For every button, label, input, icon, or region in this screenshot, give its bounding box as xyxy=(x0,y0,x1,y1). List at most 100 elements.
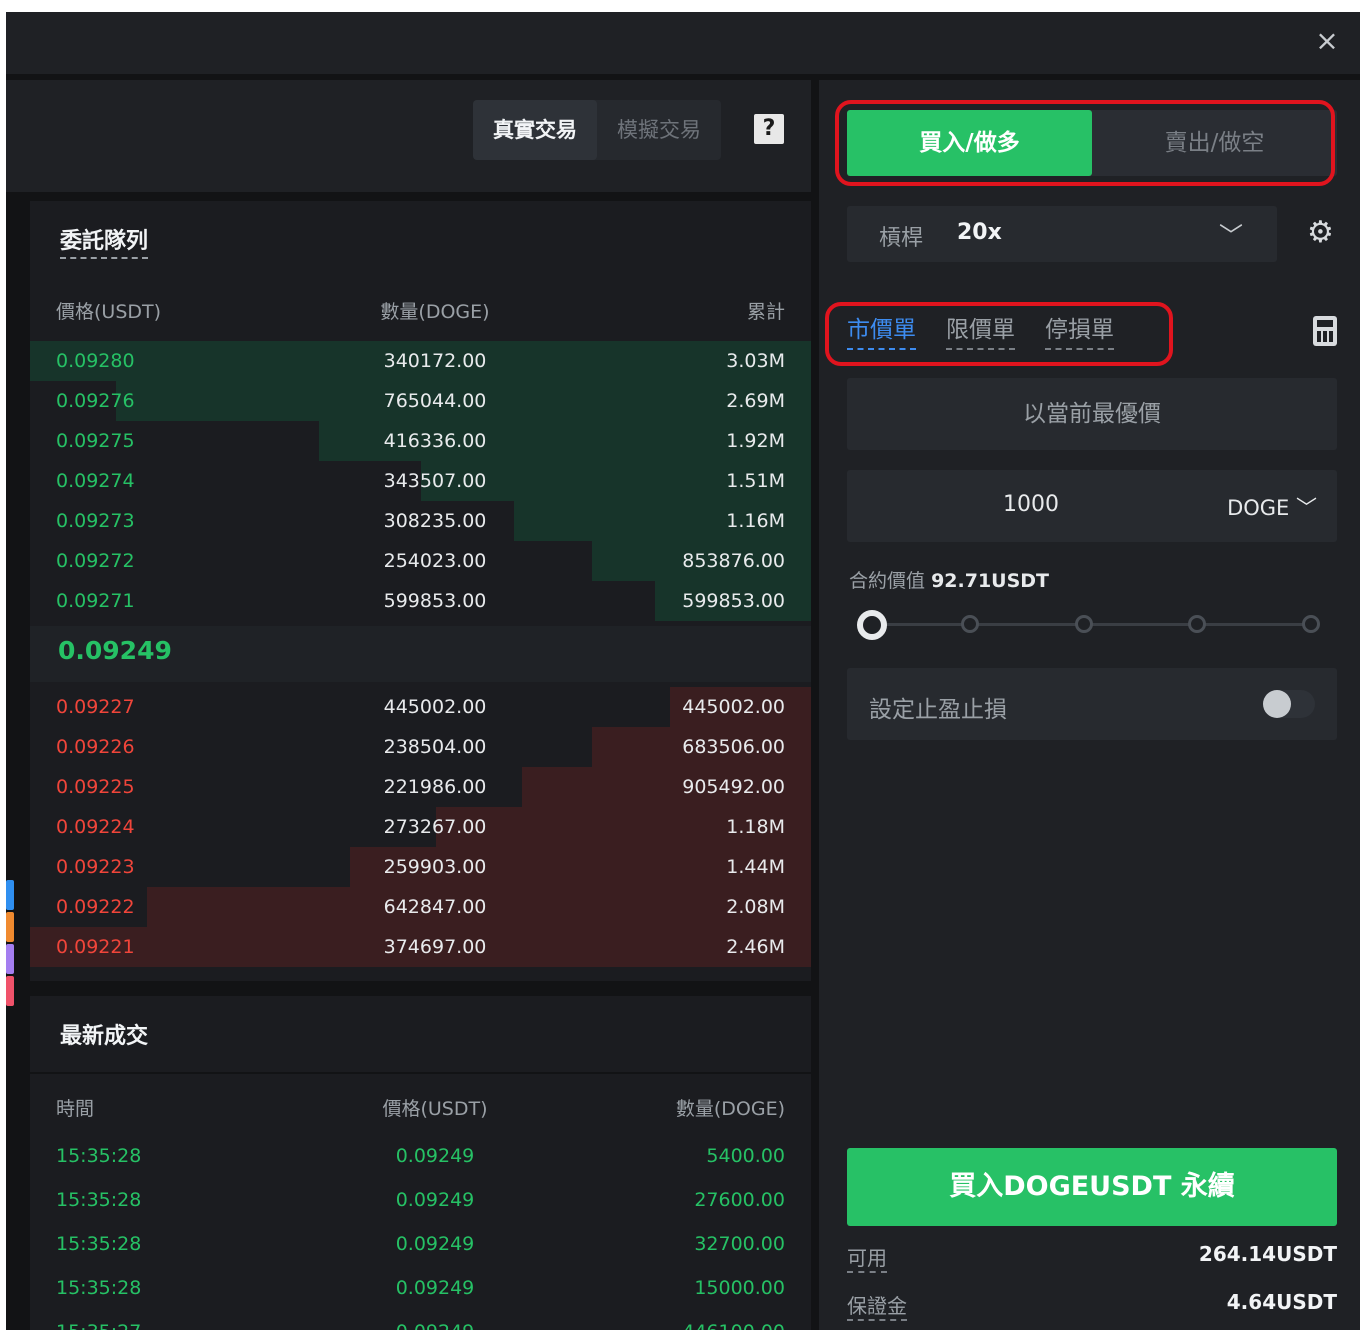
slider-knob[interactable] xyxy=(857,610,887,640)
bid-price: 0.09221 xyxy=(56,936,135,958)
ask-row[interactable]: 0.09273 308235.00 1.16M xyxy=(30,501,811,541)
ask-total: 1.92M xyxy=(726,430,785,452)
bid-total: 1.18M xyxy=(726,816,785,838)
trade-qty: 15000.00 xyxy=(694,1277,785,1299)
slider-node[interactable] xyxy=(1302,615,1320,633)
ask-price: 0.09280 xyxy=(56,350,135,372)
header-time: 時間 xyxy=(56,1098,95,1120)
last-price-row: 0.09249 xyxy=(30,626,811,682)
leverage-select[interactable]: 槓桿 20x ﹀ xyxy=(847,206,1277,262)
ask-total: 853876.00 xyxy=(682,550,785,572)
slider-node[interactable] xyxy=(1075,615,1093,633)
ask-row[interactable]: 0.09274 343507.00 1.51M xyxy=(30,461,811,501)
ask-total: 2.69M xyxy=(726,390,785,412)
divider xyxy=(30,1072,811,1074)
ask-row[interactable]: 0.09275 416336.00 1.92M xyxy=(30,421,811,461)
side-tab[interactable] xyxy=(6,912,14,942)
tp-sl-toggle[interactable] xyxy=(1263,690,1315,718)
left-column: 真實交易 模擬交易 ? 委託隊列 價格(USDT) 數量(DOGE) 累計 0.… xyxy=(6,80,811,1330)
bid-row[interactable]: 0.09226 238504.00 683506.00 xyxy=(30,727,811,767)
bid-total: 445002.00 xyxy=(682,696,785,718)
bid-qty: 238504.00 xyxy=(383,736,487,758)
ask-qty: 765044.00 xyxy=(383,390,487,412)
contract-value: 合約價值 92.71USDT xyxy=(849,566,1049,593)
side-tab[interactable] xyxy=(6,944,14,974)
ask-row[interactable]: 0.09272 254023.00 853876.00 xyxy=(30,541,811,581)
bid-qty: 642847.00 xyxy=(383,896,487,918)
buy-button[interactable]: 買入DOGEUSDT 永續 xyxy=(847,1148,1337,1226)
ask-total: 1.51M xyxy=(726,470,785,492)
ask-price: 0.09275 xyxy=(56,430,135,452)
ask-qty: 599853.00 xyxy=(383,590,487,612)
bid-price: 0.09222 xyxy=(56,896,135,918)
ask-qty: 340172.00 xyxy=(383,350,487,372)
calculator-icon[interactable] xyxy=(1313,316,1337,346)
trade-price: 0.09249 xyxy=(395,1277,475,1299)
trading-panel: × 真實交易 模擬交易 ? 委託隊列 價格(USDT) 數量(DOGE) 累計 … xyxy=(6,12,1360,1330)
chevron-down-icon: ﹀ xyxy=(1219,222,1243,250)
unit-select[interactable]: DOGE ﹀ xyxy=(1227,492,1317,522)
side-tab[interactable] xyxy=(6,880,14,910)
header-price: 價格(USDT) xyxy=(382,1098,488,1120)
bid-price: 0.09224 xyxy=(56,816,135,838)
contract-value-label: 合約價值 xyxy=(849,570,926,592)
gear-icon[interactable]: ⚙ xyxy=(1307,218,1334,248)
ask-price: 0.09272 xyxy=(56,550,135,572)
bid-total: 2.46M xyxy=(726,936,785,958)
bid-row[interactable]: 0.09227 445002.00 445002.00 xyxy=(30,687,811,727)
ask-qty: 308235.00 xyxy=(383,510,487,532)
trade-price: 0.09249 xyxy=(370,1312,500,1330)
bid-row[interactable]: 0.09223 259903.00 1.44M xyxy=(30,847,811,887)
unit-label: DOGE xyxy=(1227,496,1290,520)
order-book-header: 價格(USDT) 數量(DOGE) 累計 xyxy=(30,297,811,327)
best-price-field: 以當前最優價 xyxy=(847,378,1337,450)
mode-tabs: 真實交易 模擬交易 xyxy=(473,100,721,160)
bid-total: 1.44M xyxy=(726,856,785,878)
side-tab[interactable] xyxy=(6,976,14,1006)
bid-price: 0.09225 xyxy=(56,776,135,798)
amount-slider[interactable] xyxy=(857,610,1329,640)
bid-row[interactable]: 0.09221 374697.00 2.46M xyxy=(30,927,811,967)
bid-qty: 374697.00 xyxy=(383,936,487,958)
trade-row: 15:35:28 0.09249 32700.00 xyxy=(30,1224,811,1264)
ask-row[interactable]: 0.09276 765044.00 2.69M xyxy=(30,381,811,421)
bid-qty: 221986.00 xyxy=(383,776,487,798)
ask-row[interactable]: 0.09271 599853.00 599853.00 xyxy=(30,581,811,621)
bid-row[interactable]: 0.09224 273267.00 1.18M xyxy=(30,807,811,847)
trade-time: 15:35:28 xyxy=(56,1277,142,1299)
trade-row: 15:35:28 0.09249 15000.00 xyxy=(30,1268,811,1308)
trade-time: 15:35:28 xyxy=(56,1145,142,1167)
ask-total: 1.16M xyxy=(726,510,785,532)
margin-row: 保證金 4.64USDT xyxy=(847,1290,1337,1321)
side-color-tabs xyxy=(6,880,14,1008)
bid-row[interactable]: 0.09222 642847.00 2.08M xyxy=(30,887,811,927)
header-qty: 數量(DOGE) xyxy=(380,301,490,323)
bid-total: 2.08M xyxy=(726,896,785,918)
help-icon[interactable]: ? xyxy=(754,114,784,144)
slider-node[interactable] xyxy=(1188,615,1206,633)
trade-qty: 446100.00 xyxy=(682,1312,785,1330)
header-total: 累計 xyxy=(746,301,785,323)
trade-price: 0.09249 xyxy=(395,1189,475,1211)
tp-sl-row: 設定止盈止損 xyxy=(847,668,1337,740)
ask-qty: 343507.00 xyxy=(383,470,487,492)
ask-row[interactable]: 0.09280 340172.00 3.03M xyxy=(30,341,811,381)
order-book-title[interactable]: 委託隊列 xyxy=(60,223,149,259)
quantity-value[interactable]: 1000 xyxy=(847,492,1215,517)
ask-price: 0.09274 xyxy=(56,470,135,492)
ask-price: 0.09276 xyxy=(56,390,135,412)
trade-qty: 5400.00 xyxy=(706,1145,785,1167)
contract-value-amount: 92.71USDT xyxy=(931,570,1050,592)
trade-row: 15:35:28 0.09249 27600.00 xyxy=(30,1180,811,1220)
ask-qty: 416336.00 xyxy=(383,430,487,452)
available-value: 264.14USDT xyxy=(1198,1242,1337,1266)
trade-qty: 27600.00 xyxy=(694,1189,785,1211)
quantity-input[interactable]: 1000 DOGE ﹀ xyxy=(847,470,1337,542)
tab-demo-trading[interactable]: 模擬交易 xyxy=(597,100,721,160)
close-icon[interactable]: × xyxy=(1312,26,1342,56)
tab-real-trading[interactable]: 真實交易 xyxy=(473,100,597,160)
slider-node[interactable] xyxy=(961,615,979,633)
bid-row[interactable]: 0.09225 221986.00 905492.00 xyxy=(30,767,811,807)
trade-row: 15:35:27 0.09249 446100.00 xyxy=(30,1312,811,1330)
trade-qty: 32700.00 xyxy=(694,1233,785,1255)
